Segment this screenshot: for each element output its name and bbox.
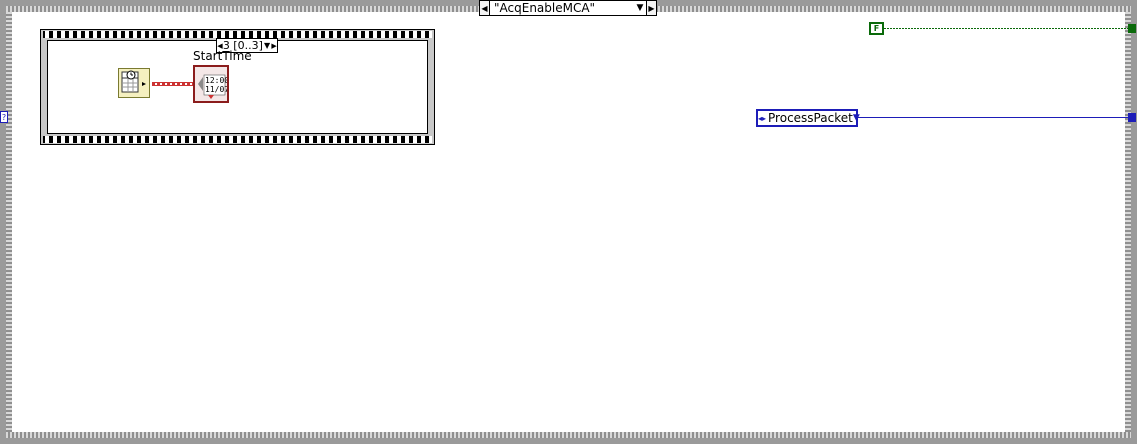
enum-dropdown-icon[interactable]: ▼ <box>853 113 860 123</box>
timestamp-indicator-icon: 12:00 11/07 <box>197 69 229 99</box>
sequence-frame-content: ◀ 3 [0..3] ▼ ▶ StartTime 12:00 11/07 <box>47 38 428 134</box>
film-strip-bottom <box>43 136 432 143</box>
false-constant[interactable]: F <box>869 22 884 35</box>
case-selector[interactable]: ◀ "AcqEnableMCA" ▼ ▶ <box>479 0 657 16</box>
stacked-sequence: ◀ 3 [0..3] ▼ ▶ StartTime 12:00 11/07 <box>40 29 435 145</box>
enum-increment-icon[interactable]: ◂▸ <box>758 114 766 123</box>
enum-label: ProcessPacket <box>768 111 853 125</box>
get-date-time-node[interactable] <box>118 68 150 98</box>
film-strip-top <box>43 31 432 38</box>
left-tunnel[interactable]: ? <box>0 111 8 123</box>
starttime-indicator[interactable]: 12:00 11/07 <box>193 65 229 103</box>
svg-text:11/07: 11/07 <box>205 85 227 94</box>
enum-wire[interactable] <box>858 117 1128 118</box>
case-selector-label: "AcqEnableMCA" <box>494 1 596 15</box>
enum-output-tunnel[interactable] <box>1128 113 1136 122</box>
sequence-dropdown-icon[interactable]: ▼ <box>263 41 271 50</box>
svg-text:12:00: 12:00 <box>205 76 227 85</box>
starttime-label: StartTime <box>193 49 252 63</box>
calendar-clock-icon <box>121 70 146 93</box>
boolean-wire[interactable] <box>884 28 1128 29</box>
process-packet-enum[interactable]: ◂▸ ProcessPacket ▼ <box>756 109 860 127</box>
boolean-output-tunnel[interactable] <box>1128 24 1136 33</box>
case-next-icon[interactable]: ▶ <box>646 1 656 15</box>
sequence-next-icon[interactable]: ▶ <box>271 42 277 50</box>
case-dropdown-icon[interactable]: ▼ <box>634 3 646 13</box>
case-prev-icon[interactable]: ◀ <box>480 1 490 15</box>
timestamp-wire[interactable] <box>152 82 194 86</box>
